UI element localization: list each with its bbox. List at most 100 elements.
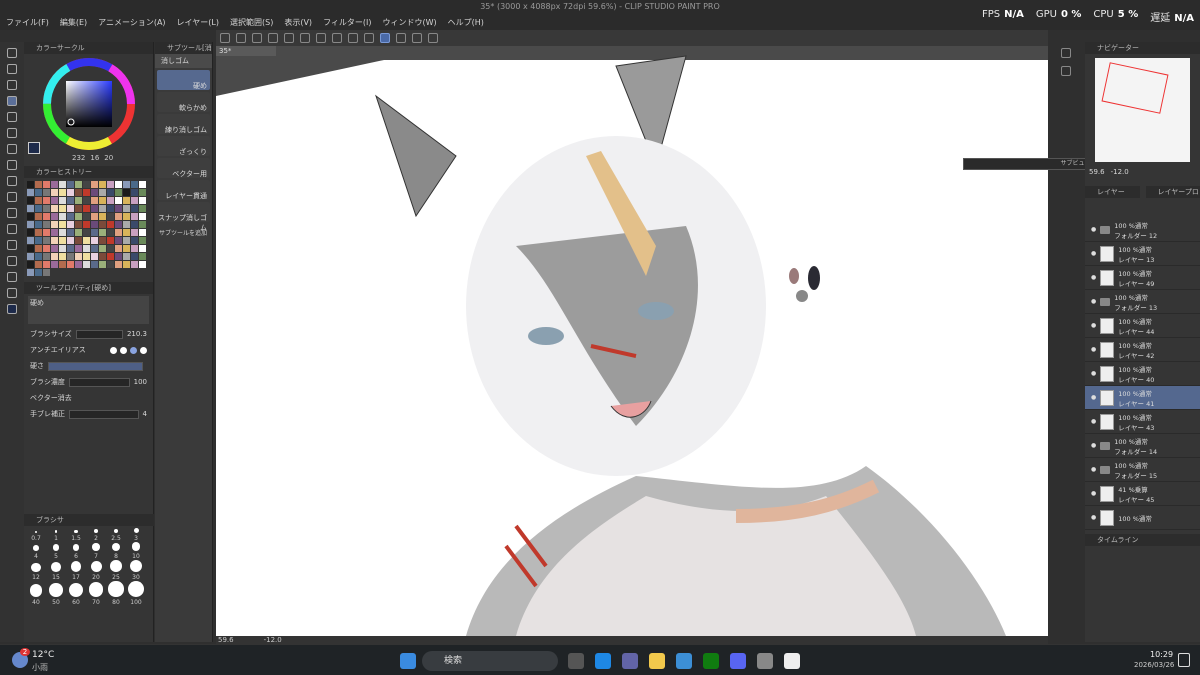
color-history-swatch[interactable]	[91, 181, 98, 188]
color-history-swatch[interactable]	[123, 181, 130, 188]
brush-size-option[interactable]: 20	[86, 560, 106, 581]
color-history-swatch[interactable]	[83, 229, 90, 236]
color-history-swatch[interactable]	[35, 213, 42, 220]
color-history-swatch[interactable]	[107, 197, 114, 204]
color-history-swatch[interactable]	[83, 205, 90, 212]
visibility-eye-icon[interactable]: ●	[1091, 346, 1096, 353]
color-history-swatch[interactable]	[43, 229, 50, 236]
subtool-soft[interactable]: 軟らかめ	[157, 92, 210, 112]
color-wheel[interactable]	[24, 54, 154, 166]
brush-tool-icon[interactable]	[7, 80, 17, 90]
brush-size-option[interactable]: 1	[46, 528, 66, 542]
color-history-swatch[interactable]	[43, 237, 50, 244]
clock-date[interactable]: 2026/03/26	[1134, 661, 1174, 669]
main-color-swatch[interactable]	[28, 142, 40, 154]
menu-file[interactable]: ファイル(F)	[6, 17, 49, 28]
visibility-eye-icon[interactable]: ●	[1091, 226, 1096, 233]
brush-size-value[interactable]: 210.3	[127, 330, 147, 338]
color-history-swatch[interactable]	[131, 221, 138, 228]
subtool-snap[interactable]: スナップ消しゴム	[157, 202, 210, 232]
color-history-swatch[interactable]	[123, 229, 130, 236]
color-history-swatch[interactable]	[123, 253, 130, 260]
color-history-swatch[interactable]	[139, 253, 146, 260]
color-history-swatch[interactable]	[139, 245, 146, 252]
new-icon[interactable]	[236, 33, 246, 43]
color-history-swatch[interactable]	[75, 197, 82, 204]
color-history-swatch[interactable]	[83, 237, 90, 244]
layer-row[interactable]: ● 100 %通常	[1085, 506, 1200, 530]
color-history-swatch[interactable]	[99, 213, 106, 220]
invert-selection-icon[interactable]	[364, 33, 374, 43]
color-history-swatch[interactable]	[99, 205, 106, 212]
visibility-eye-icon[interactable]: ●	[1091, 250, 1096, 257]
color-history-swatch[interactable]	[27, 205, 34, 212]
layer-row[interactable]: ● 100 %通常 レイヤー 41	[1085, 386, 1200, 410]
color-history-swatch[interactable]	[123, 261, 130, 268]
color-history-swatch[interactable]	[115, 181, 122, 188]
color-history-swatch[interactable]	[115, 253, 122, 260]
brush-size-option[interactable]: 8	[106, 542, 126, 560]
layer-row[interactable]: ● 100 %通常 フォルダー 15	[1085, 458, 1200, 482]
brush-size-slider[interactable]	[75, 329, 123, 339]
color-history-swatch[interactable]	[27, 189, 34, 196]
color-history-swatch[interactable]	[67, 221, 74, 228]
color-history-swatch[interactable]	[131, 205, 138, 212]
menu-help[interactable]: ヘルプ(H)	[448, 17, 484, 28]
color-history-swatch[interactable]	[123, 245, 130, 252]
undo-icon[interactable]	[284, 33, 294, 43]
layer-row[interactable]: ● 100 %通常 フォルダー 13	[1085, 290, 1200, 314]
color-history-swatch[interactable]	[35, 237, 42, 244]
navigator-preview[interactable]	[1095, 58, 1190, 162]
color-history-swatch[interactable]	[131, 213, 138, 220]
color-history-swatch[interactable]	[51, 237, 58, 244]
color-history-swatch[interactable]	[107, 229, 114, 236]
color-history-swatch[interactable]	[35, 253, 42, 260]
menu-selection[interactable]: 選択範囲(S)	[230, 17, 273, 28]
color-history-swatch[interactable]	[115, 205, 122, 212]
color-history-swatch[interactable]	[75, 189, 82, 196]
fill-tool-icon[interactable]	[7, 160, 17, 170]
color-history-swatch[interactable]	[99, 221, 106, 228]
color-history-swatch[interactable]	[83, 253, 90, 260]
color-history-swatch[interactable]	[99, 245, 106, 252]
color-history-swatch[interactable]	[75, 221, 82, 228]
color-history-swatch[interactable]	[59, 237, 66, 244]
brush-size-option[interactable]: 2.5	[106, 528, 126, 542]
eraser-tool-icon[interactable]	[7, 96, 17, 106]
color-history-swatch[interactable]	[67, 237, 74, 244]
gradient-tool-icon[interactable]	[7, 176, 17, 186]
color-history-swatch[interactable]	[27, 269, 34, 276]
color-history-swatch[interactable]	[59, 181, 66, 188]
color-history-swatch[interactable]	[27, 245, 34, 252]
color-history-swatch[interactable]	[139, 189, 146, 196]
color-history-swatch[interactable]	[107, 181, 114, 188]
color-history-swatch[interactable]	[75, 237, 82, 244]
color-history-swatch[interactable]	[35, 221, 42, 228]
fill-icon[interactable]	[332, 33, 342, 43]
color-history-swatch[interactable]	[91, 229, 98, 236]
visibility-eye-icon[interactable]: ●	[1091, 466, 1096, 473]
color-history-swatch[interactable]	[107, 189, 114, 196]
antialias-high-icon[interactable]	[140, 346, 147, 354]
color-history-swatch[interactable]	[59, 221, 66, 228]
color-history-swatch[interactable]	[115, 189, 122, 196]
redo-icon[interactable]	[300, 33, 310, 43]
color-history-swatch[interactable]	[51, 253, 58, 260]
subtool-vector[interactable]: ベクター用	[157, 158, 210, 178]
visibility-eye-icon[interactable]: ●	[1091, 490, 1096, 497]
color-history-swatch[interactable]	[139, 197, 146, 204]
color-history-swatch[interactable]	[107, 237, 114, 244]
color-history-swatch[interactable]	[99, 237, 106, 244]
navigator-toggle-icon[interactable]	[1061, 48, 1071, 58]
navigator-zoom[interactable]: 59.6	[1089, 168, 1105, 176]
color-history-swatch[interactable]	[91, 253, 98, 260]
color-history-swatch[interactable]	[43, 269, 50, 276]
color-history-swatch[interactable]	[115, 213, 122, 220]
color-history-swatch[interactable]	[51, 205, 58, 212]
color-history-swatch[interactable]	[43, 213, 50, 220]
subtool-kneaded[interactable]: 練り消しゴム	[157, 114, 210, 134]
color-history-swatch[interactable]	[35, 189, 42, 196]
decoration-tool-icon[interactable]	[7, 112, 17, 122]
color-history-swatch[interactable]	[75, 181, 82, 188]
layer-row[interactable]: ● 100 %通常 レイヤー 43	[1085, 410, 1200, 434]
